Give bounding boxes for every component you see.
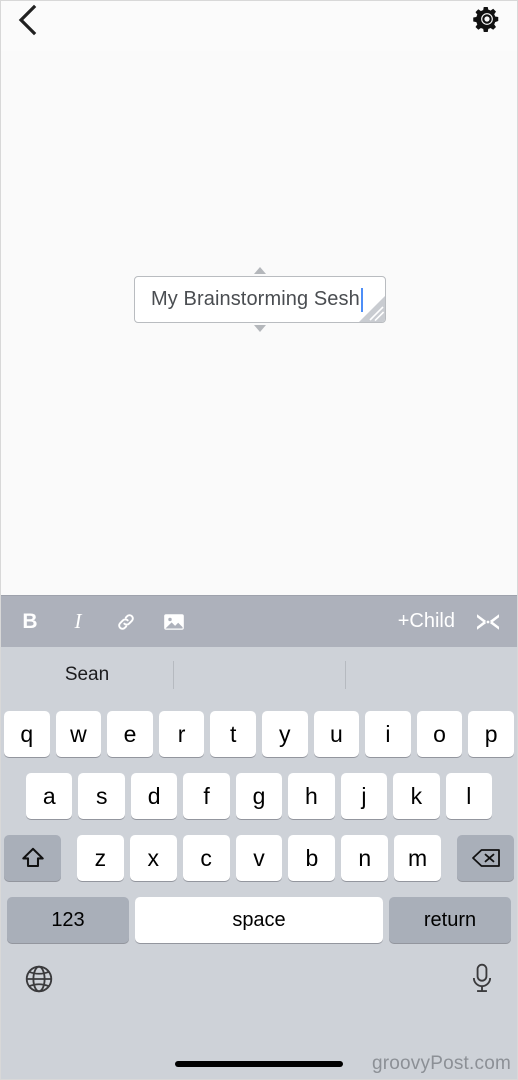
key-l[interactable]: l [445,773,492,819]
key-x[interactable]: x [129,835,177,881]
keyboard-row-3: z x c v b n m [1,827,517,889]
virtual-keyboard: Sean q w e r t y u i o p a s d f g h j k… [1,647,517,1079]
link-button[interactable] [111,606,141,638]
cut-button[interactable] [473,606,503,638]
return-key[interactable]: return [389,897,511,943]
link-icon [118,613,134,630]
key-h[interactable]: h [288,773,335,819]
key-u[interactable]: u [313,711,360,757]
node-text-value: My Brainstorming Sesh [151,288,360,310]
row3-left-spacer [67,835,71,881]
globe-icon [25,965,53,993]
key-k[interactable]: k [393,773,440,819]
mindmap-node[interactable]: My Brainstorming Sesh [134,267,386,332]
keyboard-row-1: q w e r t y u i o p [1,703,517,765]
italic-button[interactable]: I [63,606,93,638]
backspace-key[interactable] [457,835,515,881]
insert-image-button[interactable] [159,606,189,638]
key-a[interactable]: a [26,773,73,819]
key-b[interactable]: b [288,835,336,881]
format-left-group: B I [15,606,189,638]
row3-right-spacer [447,835,451,881]
gear-icon [473,7,499,32]
key-f[interactable]: f [183,773,230,819]
mindmap-screen: My Brainstorming Sesh B I +Child Sean q … [0,0,518,1080]
home-indicator[interactable] [175,1061,343,1067]
key-c[interactable]: c [182,835,230,881]
prediction-slot-1[interactable]: Sean [1,647,173,703]
scissors-icon [477,613,499,630]
microphone-icon [472,963,492,992]
shift-key[interactable] [4,835,61,881]
key-z[interactable]: z [77,835,124,881]
node-text-field[interactable]: My Brainstorming Sesh [134,276,386,323]
add-child-button[interactable]: +Child [398,610,459,633]
key-q[interactable]: q [4,711,50,757]
format-right-group: +Child [398,606,503,638]
numbers-key[interactable]: 123 [7,897,129,943]
key-j[interactable]: j [340,773,388,819]
mindmap-canvas[interactable]: My Brainstorming Sesh [1,51,517,595]
key-g[interactable]: g [235,773,283,819]
backspace-icon [471,849,500,867]
watermark: groovyPost.com [371,1053,511,1074]
top-bar [1,1,517,51]
image-icon [164,613,184,630]
key-p[interactable]: p [468,711,514,757]
key-w[interactable]: w [55,711,102,757]
key-o[interactable]: o [416,711,463,757]
resize-handle-icon[interactable] [359,296,385,322]
space-key[interactable]: space [135,897,383,943]
globe-key[interactable] [23,963,55,1000]
back-button[interactable] [11,3,45,37]
key-i[interactable]: i [365,711,411,757]
key-r[interactable]: r [158,711,205,757]
bold-button[interactable]: B [15,606,45,638]
predictive-text-bar: Sean [1,647,517,703]
settings-button[interactable] [469,1,505,37]
keyboard-row-4: 123 space return [1,889,517,951]
triangle-down-icon[interactable] [254,325,266,332]
dictation-key[interactable] [469,963,495,1000]
prediction-slot-2[interactable] [173,647,345,703]
key-e[interactable]: e [107,711,153,757]
key-v[interactable]: v [235,835,283,881]
key-s[interactable]: s [78,773,125,819]
key-n[interactable]: n [341,835,389,881]
keyboard-bottom-row: groovyPost.com [1,951,517,1079]
keyboard-row-2: a s d f g h j k l [1,765,517,827]
triangle-up-icon[interactable] [254,267,266,274]
back-chevron-icon [18,4,37,36]
key-y[interactable]: y [262,711,308,757]
key-d[interactable]: d [130,773,178,819]
shift-arrow-icon [21,847,44,868]
key-m[interactable]: m [394,835,442,881]
prediction-slot-3[interactable] [345,647,517,703]
format-toolbar: B I +Child [1,595,517,647]
key-t[interactable]: t [210,711,256,757]
